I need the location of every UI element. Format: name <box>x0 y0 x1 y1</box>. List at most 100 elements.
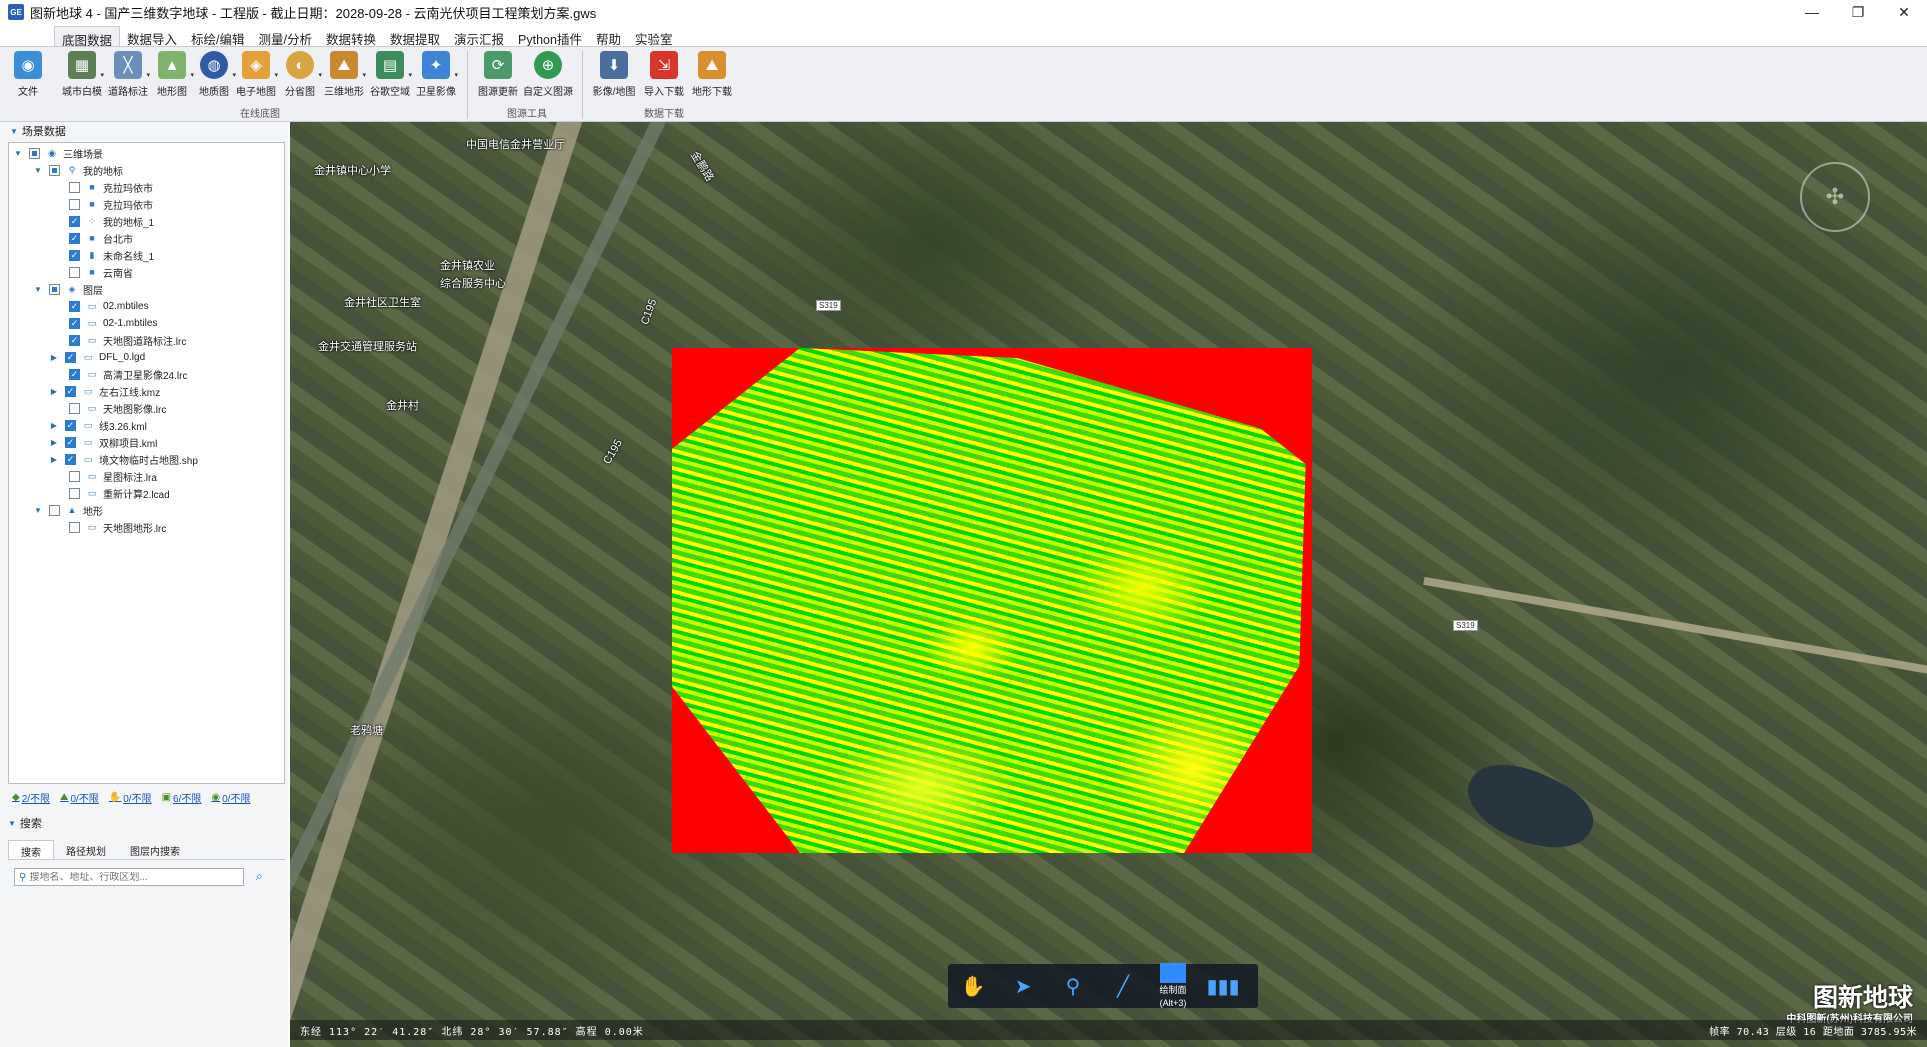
expand-right-icon[interactable]: ▶ <box>49 420 59 430</box>
tree-checkbox[interactable]: ✓ <box>69 300 80 312</box>
satellite-image-button[interactable]: ✦ ▾ 卫星影像 <box>412 49 460 98</box>
tree-item-layer[interactable]: ✓ ▭ 02.mbtiles <box>63 298 149 314</box>
maximize-button[interactable]: ❐ <box>1835 0 1881 24</box>
scene-data-header[interactable]: ▼ 场景数据 <box>0 122 288 140</box>
tree-checkbox[interactable]: ✓ <box>65 453 76 465</box>
tree-checkbox[interactable] <box>69 402 80 414</box>
map-view[interactable]: 金井镇中心小学 中国电信金井营业厅 金井镇农业 综合服务中心 金井社区卫生室 金… <box>290 122 1927 1047</box>
tree-item-layer[interactable]: ✓ ▭ 02-1.mbtiles <box>63 315 157 331</box>
expand-icon[interactable]: ▼ <box>33 284 43 294</box>
stat-others[interactable]: ◉ 0/不限 <box>211 790 250 805</box>
tree-item-layer[interactable]: ▶ ✓ ▭ 线3.26.kml <box>49 417 147 433</box>
pan-hand-icon[interactable]: ✋ <box>948 974 998 999</box>
menu-import[interactable]: 数据导入 <box>120 26 184 47</box>
tree-checkbox[interactable] <box>69 266 80 278</box>
expand-right-icon[interactable]: ▶ <box>49 352 59 362</box>
tab-search[interactable]: 搜索 <box>8 840 54 859</box>
menu-lab[interactable]: 实验室 <box>628 26 680 47</box>
tree-root-3d-scene[interactable]: ▼ ◉ 三维场景 <box>13 145 103 161</box>
source-update-button[interactable]: ⟳ 图源更新 <box>474 49 522 98</box>
terrain-download-button[interactable]: ⛰ 地形下载 <box>688 49 736 98</box>
tree-checkbox[interactable]: ✓ <box>65 385 76 397</box>
tree-checkbox[interactable]: ✓ <box>65 419 76 431</box>
tree-item-layer[interactable]: ▶ ✓ ▭ DFL_0.lgd <box>49 349 145 365</box>
tree-checkbox[interactable] <box>69 198 80 210</box>
tree-item-layer[interactable]: ▶ ✓ ▭ 双柳项目.kml <box>49 434 157 450</box>
tree-item-layer[interactable]: ▶ ✓ ▭ 左右江线.kmz <box>49 383 160 399</box>
tree-checkbox[interactable]: ✓ <box>65 436 76 448</box>
tree-checkbox[interactable] <box>49 504 60 516</box>
tree-item-landmark[interactable]: ✓ ▮ 未命名线_1 <box>63 247 154 263</box>
place-marker-icon[interactable]: ⚲ <box>1048 974 1098 999</box>
tree-item-layer[interactable]: ✓ ▭ 高清卫星影像24.lrc <box>63 366 187 382</box>
stat-polygons[interactable]: ✋ 0/不限 <box>109 790 152 805</box>
tree-item-layer[interactable]: ▭ 星图标注.lra <box>63 468 157 484</box>
custom-source-button[interactable]: ⊕ 自定义图源 <box>523 49 573 98</box>
tree-checkbox[interactable]: ✓ <box>69 368 80 380</box>
expand-right-icon[interactable]: ▶ <box>49 454 59 464</box>
elevation-analysis-overlay[interactable] <box>672 348 1312 853</box>
airspace-button[interactable]: ▤ ▾ 谷歌空域 <box>366 49 414 98</box>
search-icon[interactable]: ⌕ <box>256 869 263 884</box>
3d-terrain-button[interactable]: ⛰ ▾ 三维地形 <box>320 49 368 98</box>
city-model-button[interactable]: ▦ ▾ 城市白模 <box>58 49 106 98</box>
close-button[interactable]: ✕ <box>1881 0 1927 24</box>
road-label-button[interactable]: ╳ ▾ 道路标注 <box>104 49 152 98</box>
tree-checkbox[interactable] <box>49 164 60 176</box>
tree-checkbox[interactable] <box>69 487 80 499</box>
chart-bar-icon[interactable]: ▮▮▮ <box>1198 974 1248 999</box>
tree-item-landmark[interactable]: ■ 克拉玛依市 <box>63 196 153 212</box>
menu-convert[interactable]: 数据转换 <box>319 26 383 47</box>
menu-help[interactable]: 帮助 <box>589 26 628 47</box>
tree-item-landmark[interactable]: ✓ ⁘ 我的地标_1 <box>63 213 154 229</box>
select-arrow-icon[interactable]: ➤ <box>998 974 1048 999</box>
tree-checkbox[interactable] <box>49 283 60 295</box>
draw-polygon-button[interactable]: 绘制面 (Alt+3) <box>1148 963 1198 1009</box>
tree-checkbox[interactable] <box>69 181 80 193</box>
menu-present[interactable]: 演示汇报 <box>447 26 511 47</box>
minimize-button[interactable]: — <box>1789 0 1835 24</box>
province-map-button[interactable]: ◐ ▾ 分省图 <box>276 49 324 98</box>
tree-item-landmark[interactable]: ■ 克拉玛依市 <box>63 179 153 195</box>
search-input[interactable] <box>29 871 230 883</box>
tab-layer-search[interactable]: 图层内搜索 <box>118 840 192 859</box>
tree-checkbox[interactable]: ✓ <box>69 215 80 227</box>
compass-icon[interactable]: ✣ <box>1800 162 1870 232</box>
menu-basemap[interactable]: 底图数据 <box>54 26 121 48</box>
tree-group-landmarks[interactable]: ▼ ⚲ 我的地标 <box>33 162 123 178</box>
topo-map-button[interactable]: ▲ ▾ 地形图 <box>148 49 196 98</box>
image-map-download-button[interactable]: ⬇ 影像/地图 <box>590 49 638 98</box>
tree-checkbox[interactable]: ✓ <box>69 249 80 261</box>
tree-group-layers[interactable]: ▼ ◈ 图层 <box>33 281 103 297</box>
tree-item-layer[interactable]: ▭ 重新计算2.lcad <box>63 485 170 501</box>
tree-item-landmark[interactable]: ■ 云南省 <box>63 264 133 280</box>
tree-checkbox[interactable]: ✓ <box>69 232 80 244</box>
geology-map-button[interactable]: ◍ ▾ 地质图 <box>190 49 238 98</box>
tree-checkbox[interactable]: ✓ <box>69 317 80 329</box>
stat-lines[interactable]: ⛰ 0/不限 <box>60 790 99 805</box>
tree-checkbox[interactable] <box>29 147 40 159</box>
menu-measure[interactable]: 测量/分析 <box>252 26 319 47</box>
stat-models[interactable]: ▣ 6/不限 <box>162 790 202 805</box>
menu-extract[interactable]: 数据提取 <box>383 26 447 47</box>
tree-checkbox[interactable]: ✓ <box>69 334 80 346</box>
tree-item-layer[interactable]: ▶ ✓ ▭ 境文物临时占地图.shp <box>49 451 198 467</box>
import-download-button[interactable]: ⇲ 导入下载 <box>640 49 688 98</box>
expand-icon[interactable]: ▼ <box>33 505 43 515</box>
expand-icon[interactable]: ▼ <box>33 165 43 175</box>
tree-item-landmark[interactable]: ✓ ■ 台北市 <box>63 230 133 246</box>
stat-points[interactable]: ◆ 2/不限 <box>12 790 50 805</box>
tab-route-planning[interactable]: 路径规划 <box>54 840 118 859</box>
tree-group-terrain[interactable]: ▼ ▲ 地形 <box>33 502 103 518</box>
file-button[interactable]: ◉ 文件 <box>4 49 52 98</box>
search-header[interactable]: ▼ 搜索 <box>8 814 42 832</box>
expand-right-icon[interactable]: ▶ <box>49 437 59 447</box>
tree-checkbox[interactable]: ✓ <box>65 351 76 363</box>
draw-line-icon[interactable]: ╱ <box>1098 974 1148 999</box>
menu-draw-edit[interactable]: 标绘/编辑 <box>184 26 251 47</box>
expand-icon[interactable]: ▼ <box>13 148 23 158</box>
tree-item-terrain[interactable]: ▭ 天地图地形.lrc <box>63 519 166 535</box>
tree-checkbox[interactable] <box>69 521 80 533</box>
tree-item-layer[interactable]: ▭ 天地图影像.lrc <box>63 400 166 416</box>
expand-right-icon[interactable]: ▶ <box>49 386 59 396</box>
